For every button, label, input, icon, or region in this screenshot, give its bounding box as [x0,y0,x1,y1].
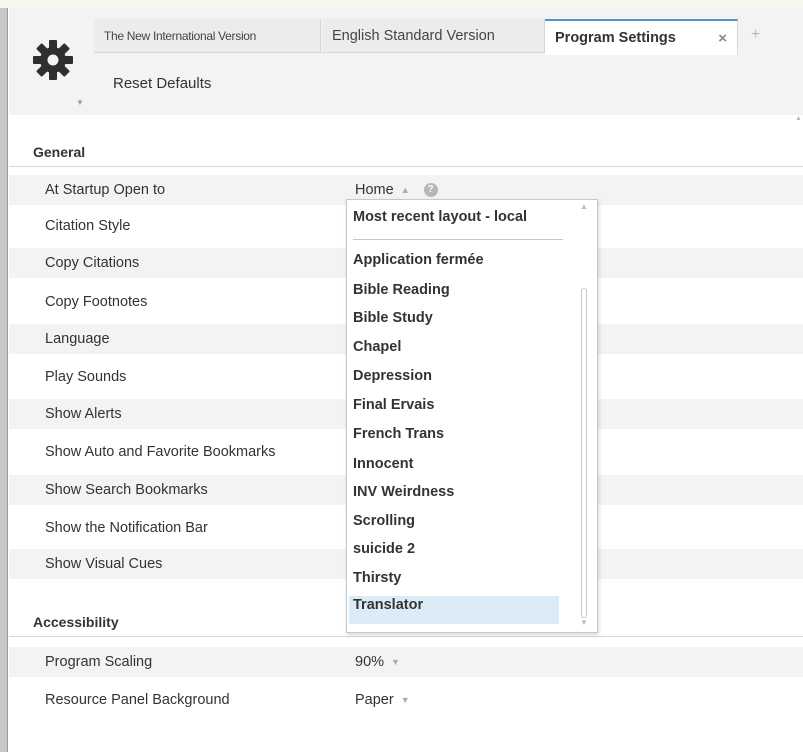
setting-label: Show Alerts [45,406,122,422]
setting-label: Play Sounds [45,369,127,385]
setting-label: Show Search Bookmarks [45,482,208,498]
section-title: Accessibility [33,613,119,630]
dropdown-option[interactable]: Final Ervais [353,397,434,413]
dropdown-scrollbar[interactable] [581,288,587,618]
close-tab-icon[interactable]: × [718,30,727,47]
tab-esv[interactable]: English Standard Version [322,19,545,53]
gear-icon [33,40,73,80]
setting-label: Copy Citations [45,255,140,271]
setting-label: Copy Footnotes [45,294,148,310]
dropdown-option-most-recent[interactable]: Most recent layout - local [353,209,527,225]
dropdown-separator [353,239,563,240]
dropdown-option[interactable]: Bible Study [353,310,433,326]
setting-value: Home [355,182,394,198]
panel-menu-button[interactable] [29,34,81,104]
setting-value: 90% [355,654,385,670]
dropdown-option[interactable]: Application fermée [353,252,484,268]
resource-panel-background-select[interactable]: Paper ▼ [355,692,410,708]
help-icon[interactable]: ? [423,183,438,197]
setting-label: Citation Style [45,218,131,234]
tab-label: English Standard Version [332,27,495,44]
setting-label: Show the Notification Bar [45,520,208,536]
setting-label: Resource Panel Background [45,692,230,708]
startup-layout-dropdown[interactable]: ▲ Most recent layout - local Application… [346,199,598,633]
chevron-down-icon: ▼ [400,695,410,705]
dropdown-option[interactable]: Depression [353,368,432,384]
tab-program-settings[interactable]: Program Settings × [545,19,738,55]
program-scaling-select[interactable]: 90% ▼ [355,654,400,670]
setting-row-resource-panel-background[interactable]: Resource Panel Background Paper ▼ [9,685,803,715]
tab-niv[interactable]: The New International Version [94,19,321,53]
dropdown-option[interactable]: suicide 2 [353,541,415,557]
dropdown-option[interactable]: Bible Reading [353,282,450,298]
setting-label: At Startup Open to [45,182,166,198]
setting-value: Paper [355,692,394,708]
setting-label: Program Scaling [45,654,153,670]
caret-up-icon: ▲ [400,185,410,195]
setting-label: Show Visual Cues [45,556,163,572]
setting-label: Language [45,331,110,347]
scroll-up-icon[interactable]: ▲ [795,115,802,122]
dropdown-option[interactable]: Innocent [353,456,413,472]
dropdown-option[interactable]: Thirsty [353,570,401,586]
panel-menu-caret-icon[interactable]: ▼ [76,98,84,107]
setting-label: Show Auto and Favorite Bookmarks [45,444,276,460]
section-general: General [9,137,803,167]
chevron-down-icon: ▼ [391,657,400,667]
dropdown-option[interactable]: French Trans [353,426,444,442]
scroll-up-icon[interactable]: ▲ [580,202,588,211]
add-tab-icon[interactable]: + [751,26,760,44]
window-top-strip [0,0,803,8]
dropdown-option[interactable]: Chapel [353,339,401,355]
setting-row-program-scaling[interactable]: Program Scaling 90% ▼ [9,647,803,677]
startup-select[interactable]: Home ▲ ? [355,182,438,198]
dropdown-option-selected[interactable]: Translator [349,596,559,624]
reset-defaults-button[interactable]: Reset Defaults [113,75,211,92]
scroll-down-icon[interactable]: ▼ [580,618,588,627]
dropdown-option[interactable]: INV Weirdness [353,484,454,500]
tab-label: Program Settings [555,30,676,46]
dropdown-option[interactable]: Scrolling [353,513,415,529]
tab-label: The New International Version [104,28,257,43]
section-title: General [33,143,86,160]
panel-resize-border[interactable] [0,8,8,752]
